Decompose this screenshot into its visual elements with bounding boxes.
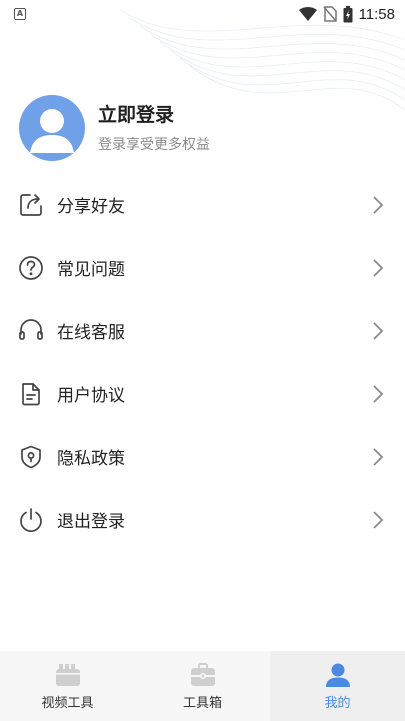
login-profile[interactable]: 立即登录 登录享受更多权益: [19, 95, 210, 161]
video-tool-icon: [54, 661, 82, 689]
tab-label: 我的: [324, 696, 351, 711]
tab-toolbox[interactable]: 工具箱: [135, 651, 270, 721]
user-icon: [324, 661, 352, 689]
status-bar: A 11:58: [0, 0, 405, 28]
menu-item-label: 分享好友: [57, 197, 125, 217]
question-icon: [18, 255, 44, 281]
chevron-right-icon: [373, 510, 384, 529]
chevron-right-icon: [373, 195, 384, 214]
menu-item-label: 常见问题: [57, 260, 125, 280]
share-icon: [18, 192, 44, 218]
chevron-right-icon: [373, 258, 384, 277]
toolbox-icon: [189, 661, 217, 689]
menu-item-logout[interactable]: 退出登录: [0, 488, 405, 551]
status-time: 11:58: [358, 5, 395, 23]
tab-video-tools[interactable]: 视频工具: [0, 651, 135, 721]
menu-item-faq[interactable]: 常见问题: [0, 236, 405, 299]
avatar[interactable]: [19, 95, 85, 161]
document-icon: [18, 381, 44, 407]
default-avatar-icon: [30, 109, 74, 153]
menu-item-label: 用户协议: [57, 386, 125, 406]
menu-item-user-agreement[interactable]: 用户协议: [0, 362, 405, 425]
menu-item-label: 退出登录: [57, 512, 125, 532]
login-subtitle: 登录享受更多权益: [98, 137, 210, 153]
wifi-icon: [298, 7, 317, 21]
settings-menu: 分享好友 常见问题 在线客服 用户协议 隐私政策 退出登录: [0, 173, 405, 551]
menu-item-share[interactable]: 分享好友: [0, 173, 405, 236]
tab-label: 工具箱: [182, 696, 222, 711]
battery-icon: [343, 5, 353, 22]
chevron-right-icon: [373, 447, 384, 466]
chevron-right-icon: [373, 321, 384, 340]
tab-label: 视频工具: [41, 696, 94, 711]
menu-item-label: 隐私政策: [57, 449, 125, 469]
menu-item-customer-service[interactable]: 在线客服: [0, 299, 405, 362]
shield-icon: [18, 444, 44, 470]
notification-badge-icon: A: [14, 8, 26, 20]
headset-icon: [18, 318, 44, 344]
no-sim-icon: [322, 6, 337, 22]
tab-mine[interactable]: 我的: [270, 651, 405, 721]
menu-item-label: 在线客服: [57, 323, 125, 343]
bottom-navigation: 视频工具 工具箱 我的: [0, 651, 405, 721]
chevron-right-icon: [373, 384, 384, 403]
menu-item-privacy-policy[interactable]: 隐私政策: [0, 425, 405, 488]
power-icon: [18, 507, 44, 533]
login-title[interactable]: 立即登录: [98, 102, 210, 128]
